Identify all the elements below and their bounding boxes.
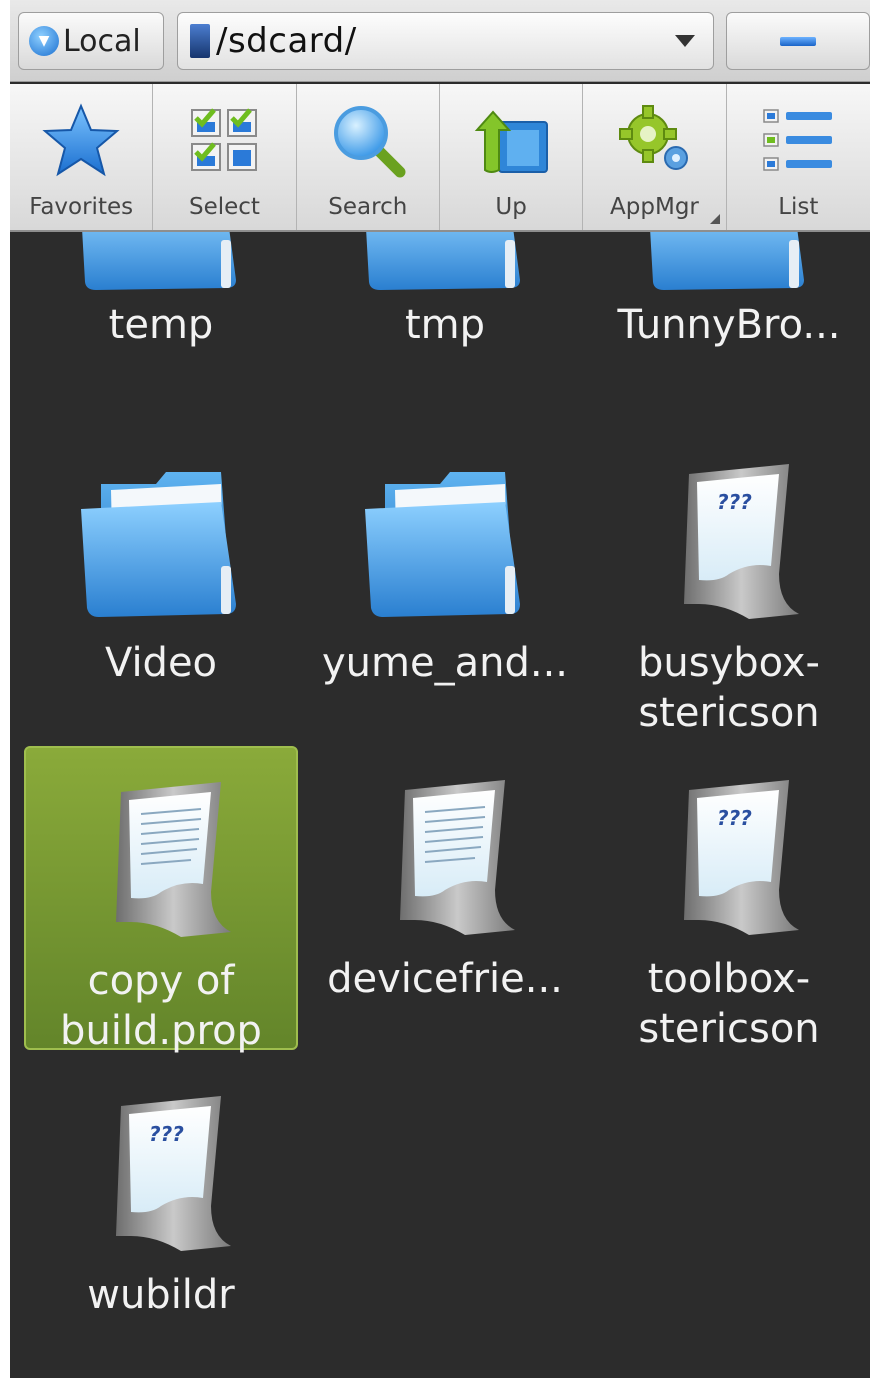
svg-text:???: ??? — [717, 490, 752, 514]
unknown-file-icon: ??? — [684, 780, 799, 935]
search-button[interactable]: Search — [297, 84, 440, 230]
file-name: yume_and... — [322, 640, 568, 686]
path-dropdown[interactable]: /sdcard/ — [177, 12, 714, 70]
file-name: Video — [104, 640, 218, 686]
list-view-icon — [763, 109, 833, 171]
chevron-down-icon: ▼ — [29, 26, 59, 56]
toolbar-label: List — [778, 194, 819, 220]
toolbar: Favorites Select Search Up AppMgr List — [10, 84, 870, 232]
dropdown-arrow-icon — [675, 35, 695, 47]
file-item-selected[interactable]: copy of build.prop — [24, 746, 298, 1054]
file-item[interactable]: yume_and... — [308, 430, 582, 734]
more-options-indicator — [709, 214, 720, 224]
toolbar-label: Favorites — [29, 194, 134, 220]
file-item[interactable]: ??? wubildr — [24, 1062, 298, 1366]
toolbar-label: AppMgr — [610, 194, 699, 220]
sdcard-icon — [190, 24, 210, 58]
text-file-icon — [400, 780, 515, 935]
toolbar-label: Search — [328, 194, 408, 220]
svg-text:???: ??? — [149, 1122, 184, 1146]
toolbar-label: Select — [189, 194, 260, 220]
address-bar: ▼ Local /sdcard/ — [10, 0, 870, 82]
folder-icon — [81, 472, 236, 617]
file-name: wubildr — [87, 1272, 235, 1318]
folder-icon — [365, 472, 520, 617]
list-view-button[interactable]: List — [727, 84, 870, 230]
file-name: busybox- stericson — [638, 640, 820, 736]
star-icon — [42, 103, 120, 177]
file-item[interactable]: ??? busybox- stericson — [592, 430, 866, 736]
up-folder-icon — [474, 110, 549, 173]
multi-select-icon — [191, 108, 258, 171]
minus-icon — [780, 36, 816, 46]
select-button[interactable]: Select — [153, 84, 297, 230]
current-path: /sdcard/ — [216, 21, 357, 61]
toolbar-label: Up — [495, 194, 527, 220]
appmgr-button[interactable]: AppMgr — [583, 84, 727, 230]
file-name: toolbox- stericson — [638, 956, 820, 1052]
file-item[interactable]: Video — [24, 430, 298, 734]
file-name: devicefrie... — [327, 956, 563, 1002]
unknown-file-icon: ??? — [116, 1096, 231, 1251]
location-label: Local — [63, 23, 141, 59]
unknown-file-icon: ??? — [684, 464, 799, 619]
up-button[interactable]: Up — [440, 84, 584, 230]
favorites-button[interactable]: Favorites — [10, 84, 154, 230]
file-manager-screen: temp tmp TunnyBro... Video yume_and... ?… — [10, 0, 870, 1378]
location-selector-button[interactable]: ▼ Local — [18, 12, 164, 70]
file-name: temp — [108, 302, 214, 348]
magnifier-icon — [333, 106, 406, 178]
collapse-toolbar-button[interactable] — [726, 12, 870, 70]
file-name: copy of build.prop — [60, 958, 262, 1054]
gear-icon — [619, 105, 689, 170]
svg-text:???: ??? — [717, 806, 752, 830]
file-name: tmp — [404, 302, 486, 348]
file-item[interactable]: ??? toolbox- stericson — [592, 746, 866, 1052]
text-file-icon — [116, 782, 231, 937]
file-item[interactable]: devicefrie... — [308, 746, 582, 1050]
file-name: TunnyBro... — [617, 302, 841, 348]
